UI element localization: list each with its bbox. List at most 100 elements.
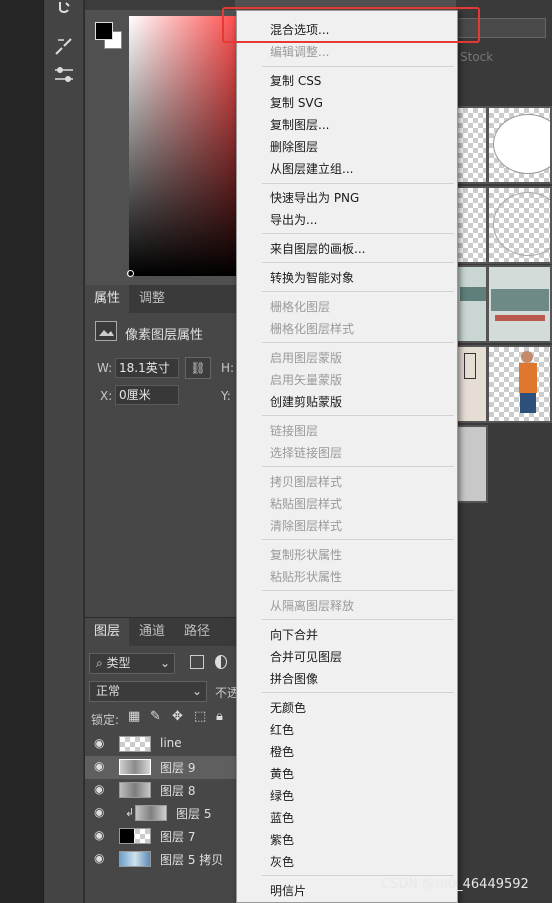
stock-label[interactable]: Stock: [460, 50, 493, 64]
menu-item-export-as[interactable]: 导出为...: [270, 211, 317, 228]
menu-item-enable-vector-mask[interactable]: 启用矢量蒙版: [270, 371, 342, 388]
tab-channels[interactable]: 通道: [130, 618, 174, 646]
menu-item-rasterize-layer-style[interactable]: 栅格化图层样式: [270, 320, 354, 337]
menu-item-merge-down[interactable]: 向下合并: [270, 626, 318, 643]
color-picker-field[interactable]: [129, 16, 237, 276]
library-thumbnail[interactable]: [456, 265, 488, 343]
tab-properties[interactable]: 属性: [85, 285, 130, 313]
menu-item-orange[interactable]: 橙色: [270, 743, 294, 760]
layer-name: 图层 9: [160, 761, 196, 775]
menu-item-delete-layer[interactable]: 删除图层: [270, 138, 318, 155]
visibility-eye-icon[interactable]: ◉: [94, 759, 104, 773]
menu-separator: [262, 66, 454, 67]
menu-item-paste-layer-style[interactable]: 粘贴图层样式: [270, 495, 342, 512]
layer-thumbnail: [119, 782, 151, 798]
menu-item-enable-layer-mask[interactable]: 启用图层蒙版: [270, 349, 342, 366]
menu-item-postcard[interactable]: 明信片: [270, 882, 306, 899]
menu-item-clear-layer-style[interactable]: 清除图层样式: [270, 517, 342, 534]
menu-item-create-clipping-mask[interactable]: 创建剪贴蒙版: [270, 393, 342, 410]
x-field[interactable]: 0厘米: [115, 385, 179, 405]
menu-separator: [262, 619, 454, 620]
brush-icon[interactable]: [52, 36, 76, 58]
tab-paths[interactable]: 路径: [175, 618, 219, 646]
toolbar: [44, 0, 84, 903]
menu-item-gray[interactable]: 灰色: [270, 853, 294, 870]
menu-item-paste-shape-attributes[interactable]: 粘贴形状属性: [270, 568, 342, 585]
layer-filter-select[interactable]: ⌕ 类型 ⌄: [89, 653, 175, 674]
library-thumbnail[interactable]: [487, 345, 552, 423]
menu-item-copy-layer-style[interactable]: 拷贝图层样式: [270, 473, 342, 490]
menu-item-convert-smart-object[interactable]: 转换为智能对象: [270, 269, 354, 286]
menu-item-quick-export-png[interactable]: 快速导出为 PNG: [270, 189, 359, 206]
layer-row[interactable]: ◉ line: [85, 733, 240, 756]
layer-row[interactable]: ◉ 图层 8: [85, 779, 240, 802]
layer-thumbnail: [119, 851, 151, 867]
menu-item-select-linked-layers[interactable]: 选择链接图层: [270, 444, 342, 461]
library-thumbnail[interactable]: [456, 106, 488, 184]
color-panel-tabs[interactable]: [85, 0, 235, 10]
menu-item-red[interactable]: 红色: [270, 721, 294, 738]
menu-item-merge-visible[interactable]: 合并可见图层: [270, 648, 342, 665]
menu-item-no-color[interactable]: 无颜色: [270, 699, 306, 716]
visibility-eye-icon[interactable]: ◉: [94, 851, 104, 865]
library-thumbnail[interactable]: [456, 186, 488, 264]
menu-separator: [262, 466, 454, 467]
blend-mode-value: 正常: [96, 684, 121, 698]
layer-row[interactable]: ◉ 图层 5 拷贝: [85, 848, 240, 871]
menu-item-violet[interactable]: 紫色: [270, 831, 294, 848]
visibility-eye-icon[interactable]: ◉: [94, 736, 104, 750]
menu-item-copy-svg[interactable]: 复制 SVG: [270, 94, 323, 111]
tab-layers[interactable]: 图层: [85, 618, 130, 646]
lock-transparent-icon[interactable]: ▦: [128, 709, 140, 724]
library-thumbnail[interactable]: [487, 186, 552, 264]
adjustment-filter-icon[interactable]: [215, 655, 227, 669]
menu-item-edit-adjustment[interactable]: 编辑调整...: [270, 43, 329, 60]
menu-separator: [262, 692, 454, 693]
menu-item-rasterize-layer[interactable]: 栅格化图层: [270, 298, 330, 315]
width-field[interactable]: 18.1英寸: [115, 358, 179, 378]
layer-row[interactable]: ◉ ↲ 图层 5: [85, 802, 240, 825]
visibility-eye-icon[interactable]: ◉: [94, 805, 104, 819]
library-thumbnail[interactable]: [487, 106, 552, 184]
x-label: X:: [100, 389, 113, 403]
visibility-eye-icon[interactable]: ◉: [94, 828, 104, 842]
color-picker-marker[interactable]: [127, 270, 134, 277]
menu-separator: [262, 262, 454, 263]
chevron-down-icon: ⌄: [191, 684, 202, 698]
adjust-icon[interactable]: [52, 64, 76, 86]
menu-item-group-from-layers[interactable]: 从图层建立组...: [270, 160, 353, 177]
menu-item-artboard-from-layers[interactable]: 来自图层的画板...: [270, 240, 365, 257]
library-thumbnail[interactable]: [456, 345, 488, 423]
layer-name: 图层 5: [176, 807, 212, 821]
library-thumbnail[interactable]: [456, 425, 488, 503]
menu-item-duplicate-layer[interactable]: 复制图层...: [270, 116, 329, 133]
library-thumbnail[interactable]: [487, 265, 552, 343]
history-brush-icon[interactable]: [52, 0, 76, 22]
tab-adjustments[interactable]: 调整: [130, 285, 174, 313]
menu-item-copy-shape-attributes[interactable]: 复制形状属性: [270, 546, 342, 563]
lock-position-icon[interactable]: ✥: [172, 709, 183, 724]
foreground-color-swatch[interactable]: [95, 22, 113, 40]
menu-item-link-layers[interactable]: 链接图层: [270, 422, 318, 439]
link-dimensions-icon[interactable]: ⛓: [185, 357, 211, 379]
menu-item-copy-css[interactable]: 复制 CSS: [270, 72, 321, 89]
layer-row[interactable]: ◉ 图层 7: [85, 825, 240, 848]
image-filter-icon[interactable]: [190, 655, 204, 669]
layer-row[interactable]: ◉ 图层 9: [85, 756, 240, 779]
lock-all-icon[interactable]: 🔒︎: [216, 709, 223, 724]
visibility-eye-icon[interactable]: ◉: [94, 782, 104, 796]
menu-item-flatten-image[interactable]: 拼合图像: [270, 670, 318, 687]
layer-name: 图层 5 拷贝: [160, 853, 224, 867]
menu-item-blue[interactable]: 蓝色: [270, 809, 294, 826]
y-label: Y:: [221, 389, 231, 403]
chevron-down-icon: ⌄: [159, 656, 170, 670]
blend-mode-select[interactable]: 正常 ⌄: [89, 681, 207, 702]
menu-item-green[interactable]: 绿色: [270, 787, 294, 804]
menu-item-release-from-isolation[interactable]: 从隔离图层释放: [270, 597, 354, 614]
search-icon: ⌕: [96, 656, 107, 670]
menu-separator: [262, 875, 454, 876]
lock-image-icon[interactable]: ✎: [150, 709, 161, 724]
menu-item-yellow[interactable]: 黄色: [270, 765, 294, 782]
menu-separator: [262, 342, 454, 343]
lock-artboard-icon[interactable]: ⬚: [194, 709, 206, 724]
